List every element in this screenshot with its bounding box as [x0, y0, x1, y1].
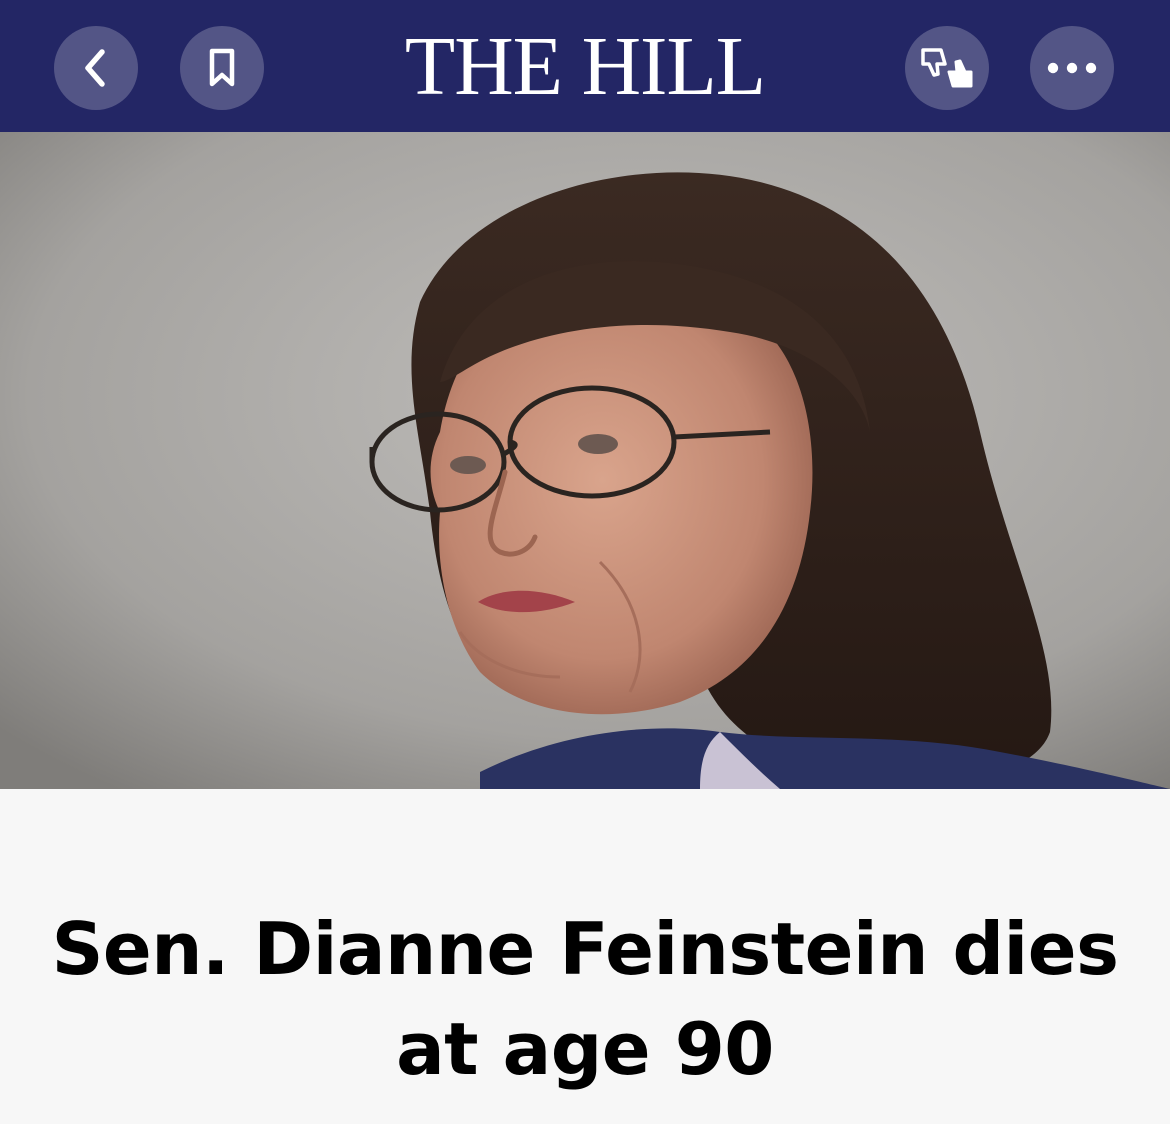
- back-button[interactable]: [54, 26, 138, 110]
- chevron-left-icon: [85, 49, 105, 87]
- top-navigation-bar: THE HILL: [0, 0, 1170, 132]
- hero-photo: [0, 132, 1170, 789]
- article-header: Sen. Dianne Feinstein dies at age 90: [0, 789, 1170, 1124]
- reactions-button[interactable]: [905, 26, 989, 110]
- thumbs-up-down-icon: [921, 48, 973, 88]
- article-headline[interactable]: Sen. Dianne Feinstein dies at age 90: [40, 899, 1130, 1099]
- the-hill-logo[interactable]: THE HILL: [340, 22, 830, 112]
- portrait-illustration: [0, 132, 1170, 789]
- bookmark-button[interactable]: [180, 26, 264, 110]
- bookmark-icon: [209, 48, 235, 87]
- more-options-button[interactable]: [1030, 26, 1114, 110]
- more-horizontal-icon: [1047, 62, 1097, 74]
